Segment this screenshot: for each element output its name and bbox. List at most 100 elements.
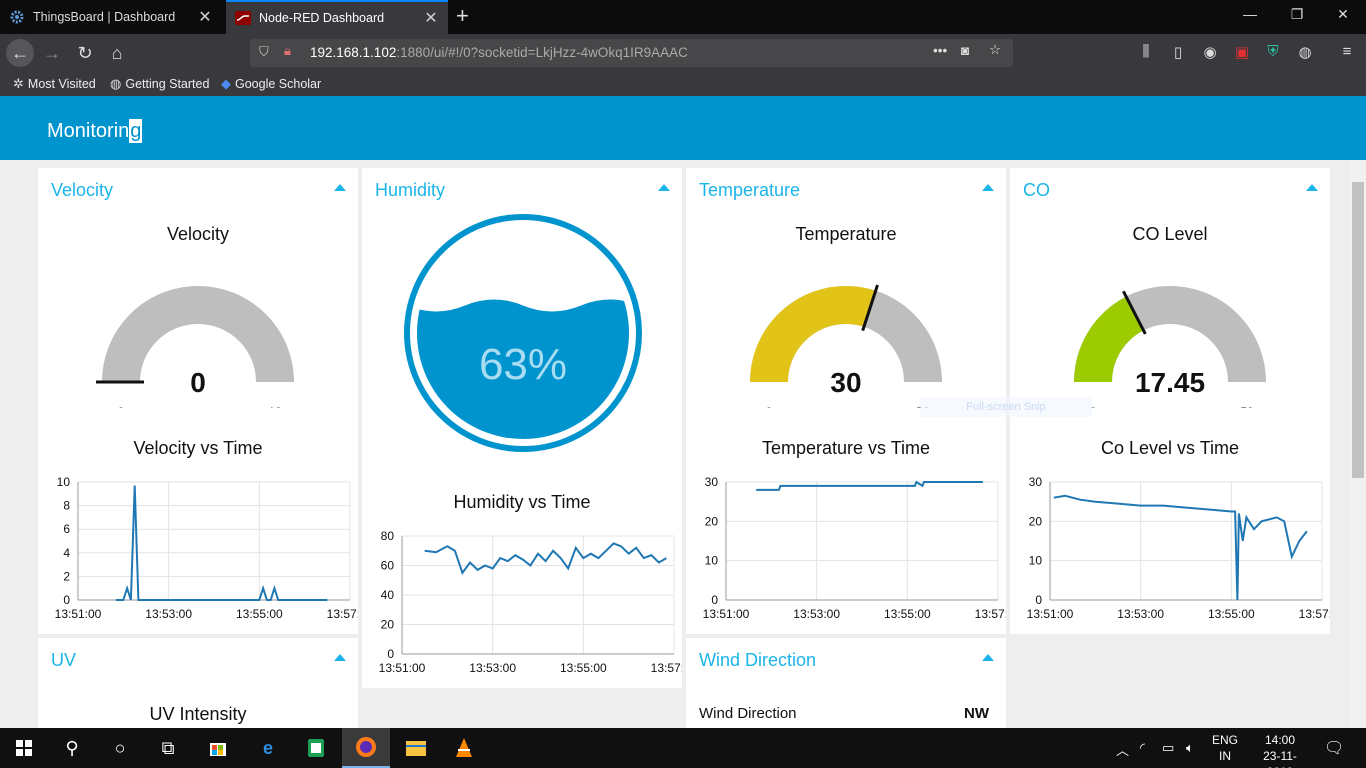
bookmark-google-scholar[interactable]: ◆ Google Scholar [221,76,321,92]
gauge-title: CO Level [1132,224,1208,244]
temperature-chart: 30 20 10 013:51:00 13:53:00 13:55:00 13:57:00 [703,475,1006,621]
gear-icon [9,9,25,25]
battery-icon[interactable]: ▭ [1162,740,1174,756]
minimize-icon[interactable]: — [1240,6,1260,22]
y-tick-label: 40 [381,588,395,602]
restore-icon[interactable]: ❐ [1287,6,1307,23]
y-tick-label: 30 [705,475,719,489]
velocity-chart: 10 8 6 4 2 013:51:00 13:53:00 13:55:00 13:57:00 [55,475,358,621]
x-tick-label: 13:57:00 [975,607,1006,621]
vlc-icon[interactable] [440,728,488,768]
level-value: 63% [479,340,567,389]
taskbar: ⚲ ○ ⧉ e ︿ ◜ ▭ 🔈︎ ENGIN 14:0023-11-2019 🗨… [0,728,1366,768]
task-view-icon[interactable]: ⧉ [144,728,192,768]
node-red-icon [235,10,251,26]
reload-icon[interactable]: ↻ [71,39,99,67]
shield-extension-icon[interactable]: ⛨ [1263,43,1283,60]
y-tick-label: 0 [63,593,70,607]
scrollbar[interactable] [1350,160,1366,728]
account-icon[interactable]: ◉ [1200,43,1220,61]
tab-title: ThingsBoard | Dashboard [33,10,176,24]
gauge-min-label: 0 [118,405,125,408]
url-text[interactable]: 192.168.1.102:1880/ui/#!/0?socketid=LkjH… [310,45,688,60]
pdf-icon[interactable]: ▣ [1232,43,1252,61]
x-tick-label: 13:55:00 [560,661,607,675]
x-tick-label: 13:53:00 [1117,607,1164,621]
collapse-icon[interactable] [1306,184,1318,191]
group-title: UV [51,650,77,670]
tab-title: Node-RED Dashboard [259,11,385,25]
cortana-icon[interactable]: ○ [96,728,144,768]
file-explorer-icon[interactable] [392,728,440,768]
scrollbar-thumb[interactable] [1352,182,1364,478]
x-tick-label: 13:51:00 [1027,607,1074,621]
x-tick-label: 13:51:00 [55,607,102,621]
url-bar[interactable]: ⛉ 🔒︎ 192.168.1.102:1880/ui/#!/0?socketid… [250,39,1013,67]
pocket-icon[interactable]: ◙ [961,43,969,58]
forward-arrow-icon[interactable]: → [38,39,66,67]
y-tick-label: 60 [381,559,395,573]
clock[interactable]: 14:0023-11-2019 [1250,732,1310,768]
close-window-icon[interactable]: ✕ [1333,6,1353,23]
gauge-value: 17.45 [1135,367,1205,398]
gauge-min-label: 0 [766,405,773,408]
tab-node-red[interactable]: Node-RED Dashboard ✕ [226,0,448,34]
wind-direction-group: Wind Direction Wind Direction NW [686,638,1006,728]
collapse-icon[interactable] [982,654,994,661]
x-tick-label: 13:55:00 [884,607,931,621]
notification-icon[interactable]: 🗨︎ [1324,738,1344,758]
y-tick-label: 10 [705,554,719,568]
gauge-title: Temperature [795,224,897,244]
sheets-icon[interactable] [292,728,340,768]
library-icon[interactable]: ⫼ [1136,43,1156,60]
group-title: Velocity [51,180,114,200]
globe-icon[interactable]: ◍ [1295,43,1315,61]
collapse-icon[interactable] [334,184,346,191]
tray-arrow-icon[interactable]: ︿ [1116,740,1129,759]
group-title: Humidity [375,180,446,200]
edge-icon[interactable]: e [244,728,292,768]
star-icon[interactable]: ☆ [989,42,1001,58]
back-arrow-icon[interactable]: ← [6,39,34,67]
chart-title: Co Level vs Time [1100,438,1240,458]
co-gauge: 17.45ppm050 [1074,286,1266,408]
bookmark-getting-started[interactable]: ◍ Getting Started [110,76,209,92]
tab-thingsboard[interactable]: ThingsBoard | Dashboard ✕ [0,0,222,34]
humidity-level-gauge: 63% [404,214,642,452]
language-indicator[interactable]: ENG IN [1212,732,1238,764]
collapse-icon[interactable] [982,184,994,191]
velocity-group: Velocity Velocity 0kmph010 Velocity vs T… [38,168,358,634]
x-tick-label: 13:53:00 [145,607,192,621]
humidity-group: Humidity 63% Humidity vs Time 80 60 40 20 0 1… [362,168,682,688]
page-title: Monitoring [47,119,143,143]
gauge-title: Velocity [166,224,230,244]
chart-title: Velocity vs Time [133,438,263,458]
temperature-gauge: 30Celsius050 [750,284,942,408]
close-icon[interactable]: ✕ [420,8,442,28]
sidebar-icon[interactable]: ▯ [1168,43,1188,61]
search-icon[interactable]: ⚲ [48,728,96,768]
series-line [1053,494,1308,601]
page-actions-icon[interactable]: ••• [933,43,947,58]
wind-direction-value: NW [964,705,989,722]
x-tick-label: 13:55:00 [1208,607,1255,621]
y-tick-label: 4 [63,546,70,560]
collapse-icon[interactable] [334,654,346,661]
windows-start-icon[interactable] [0,728,48,768]
gauge-value: 0 [190,367,206,398]
y-tick-label: 10 [57,475,71,489]
network-icon[interactable]: ◜ [1140,740,1145,756]
collapse-icon[interactable] [658,184,670,191]
close-icon[interactable]: ✕ [194,7,216,27]
bookmark-most-visited[interactable]: ✲ Most Visited [13,76,96,92]
store-icon[interactable] [194,728,242,768]
chart-title: Temperature vs Time [761,438,931,458]
series-line [424,542,667,576]
menu-icon[interactable]: ≡ [1337,43,1357,60]
y-tick-label: 20 [1029,514,1043,528]
firefox-icon[interactable] [342,728,390,768]
volume-icon[interactable]: 🔈︎ [1186,740,1194,756]
new-tab-icon[interactable]: + [456,3,469,29]
y-tick-label: 6 [63,522,70,536]
home-icon[interactable]: ⌂ [103,39,131,67]
